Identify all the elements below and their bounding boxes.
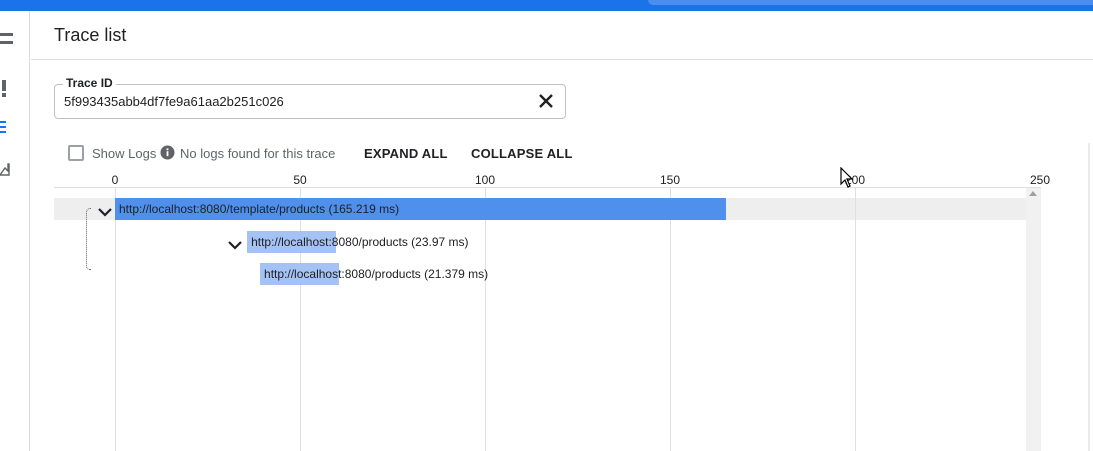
- span-label: http://localhost:8080/products (21.379 m…: [264, 267, 489, 281]
- gridline: [855, 188, 856, 451]
- scroll-up-arrow-icon[interactable]: [1029, 191, 1037, 196]
- x-tick-label: 150: [659, 173, 681, 187]
- span-tree-connector: [86, 208, 91, 270]
- span-label: http://localhost:8080/template/products …: [119, 202, 400, 216]
- clear-icon[interactable]: [537, 92, 555, 110]
- menu-icon[interactable]: [0, 31, 18, 52]
- top-search-bar[interactable]: [648, 0, 1093, 5]
- list-icon[interactable]: [0, 118, 18, 139]
- panel-border: [1088, 143, 1090, 451]
- collapse-all-button[interactable]: COLLAPSE ALL: [471, 146, 573, 161]
- chevron-down-icon[interactable]: [98, 204, 112, 217]
- show-logs-checkbox[interactable]: [68, 145, 84, 161]
- gridline: [485, 188, 486, 451]
- trace-id-field[interactable]: [54, 84, 566, 119]
- timeline-scrollbar[interactable]: [1026, 188, 1041, 451]
- gridline: [670, 188, 671, 451]
- page-header: Trace list: [31, 11, 1093, 60]
- mouse-cursor-icon: [840, 166, 854, 189]
- trace-id-input[interactable]: [64, 94, 524, 109]
- show-logs-label: Show Logs: [92, 146, 157, 161]
- x-tick-label: 0: [111, 173, 119, 187]
- page-title: Trace list: [54, 25, 127, 45]
- trace-id-label: Trace ID: [63, 76, 116, 90]
- left-nav-rail: [0, 11, 30, 451]
- info-icon[interactable]: [160, 145, 175, 160]
- x-tick-label: 100: [474, 173, 496, 187]
- x-tick-label: 50: [293, 173, 307, 187]
- analytics-icon[interactable]: [0, 160, 18, 181]
- no-logs-message: No logs found for this trace: [180, 146, 336, 161]
- axis-line: [54, 187, 1041, 188]
- gridline: [300, 188, 301, 451]
- span-label: http://localhost:8080/products (23.97 ms…: [251, 235, 469, 249]
- x-tick-label: 250: [1029, 173, 1051, 187]
- chevron-down-icon[interactable]: [228, 237, 242, 250]
- gridline: [115, 188, 116, 451]
- alert-icon[interactable]: [0, 79, 18, 100]
- expand-all-button[interactable]: EXPAND ALL: [364, 146, 448, 161]
